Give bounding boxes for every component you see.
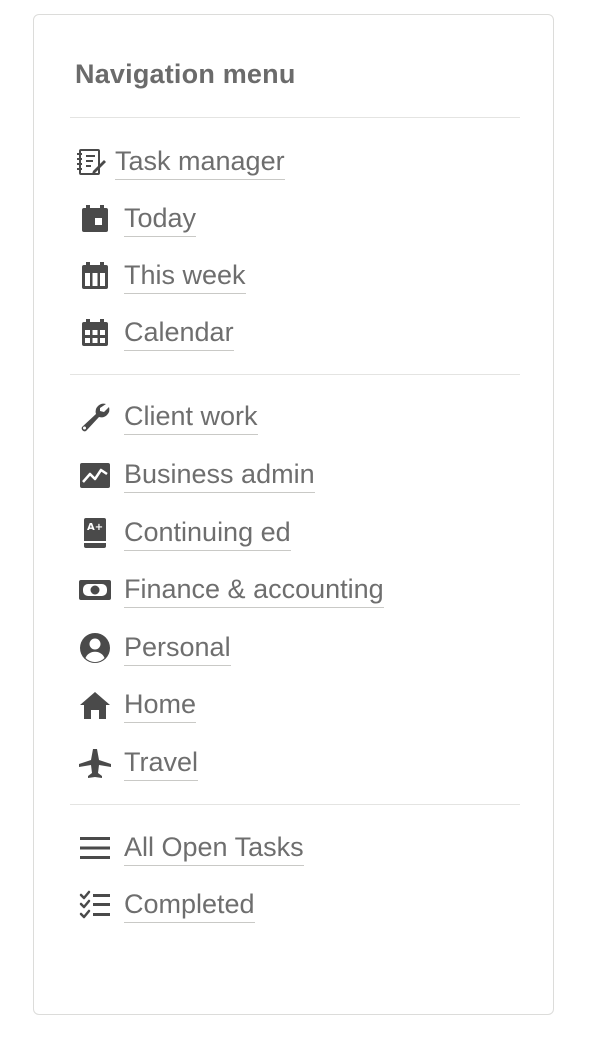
nav-item-label: Completed bbox=[124, 887, 255, 923]
airplane-icon bbox=[78, 746, 112, 780]
user-circle-icon bbox=[78, 631, 112, 665]
nav-item-calendar[interactable]: Calendar bbox=[78, 313, 234, 353]
nav-item-personal[interactable]: Personal bbox=[78, 628, 231, 668]
nav-item-all-open-tasks[interactable]: All Open Tasks bbox=[78, 828, 304, 868]
nav-item-finance-accounting[interactable]: Finance & accounting bbox=[78, 570, 384, 610]
nav-item-label: Continuing ed bbox=[124, 515, 291, 551]
nav-item-label: Business admin bbox=[124, 457, 315, 493]
nav-item-this-week[interactable]: This week bbox=[78, 256, 246, 296]
navigation-card: Navigation menu Task manager Today This … bbox=[33, 14, 554, 1015]
nav-item-task-manager[interactable]: Task manager bbox=[74, 142, 285, 182]
nav-item-label: Home bbox=[124, 687, 197, 723]
divider bbox=[70, 374, 520, 375]
nav-item-label: Task manager bbox=[115, 144, 285, 180]
notebook-pen-icon bbox=[74, 145, 108, 179]
nav-item-today[interactable]: Today bbox=[78, 199, 197, 239]
nav-item-label: Travel bbox=[124, 745, 199, 781]
nav-item-label: Personal bbox=[124, 630, 231, 666]
nav-item-label: Calendar bbox=[124, 315, 234, 351]
nav-item-label: Finance & accounting bbox=[124, 572, 384, 608]
nav-item-label: Client work bbox=[124, 399, 258, 435]
calendar-week-icon bbox=[78, 259, 112, 293]
nav-item-label: Today bbox=[124, 201, 197, 237]
chart-line-icon bbox=[78, 458, 112, 492]
nav-item-travel[interactable]: Travel bbox=[78, 743, 199, 783]
list-lines-icon bbox=[78, 831, 112, 865]
divider bbox=[70, 117, 520, 118]
nav-item-completed[interactable]: Completed bbox=[78, 885, 255, 925]
calendar-day-icon bbox=[78, 202, 112, 236]
calendar-grid-icon bbox=[78, 316, 112, 350]
nav-item-home[interactable]: Home bbox=[78, 685, 197, 725]
nav-item-label: All Open Tasks bbox=[124, 830, 304, 866]
nav-item-continuing-ed[interactable]: A+ Continuing ed bbox=[78, 513, 291, 553]
nav-item-business-admin[interactable]: Business admin bbox=[78, 455, 315, 495]
wrench-icon bbox=[78, 400, 112, 434]
nav-item-client-work[interactable]: Client work bbox=[78, 397, 258, 437]
svg-text:A+: A+ bbox=[87, 522, 103, 533]
house-icon bbox=[78, 688, 112, 722]
grade-book-icon: A+ bbox=[78, 516, 112, 550]
money-bill-icon bbox=[78, 573, 112, 607]
checklist-icon bbox=[78, 888, 112, 922]
menu-title: Navigation menu bbox=[75, 59, 296, 89]
divider bbox=[70, 804, 520, 805]
nav-item-label: This week bbox=[124, 258, 246, 294]
